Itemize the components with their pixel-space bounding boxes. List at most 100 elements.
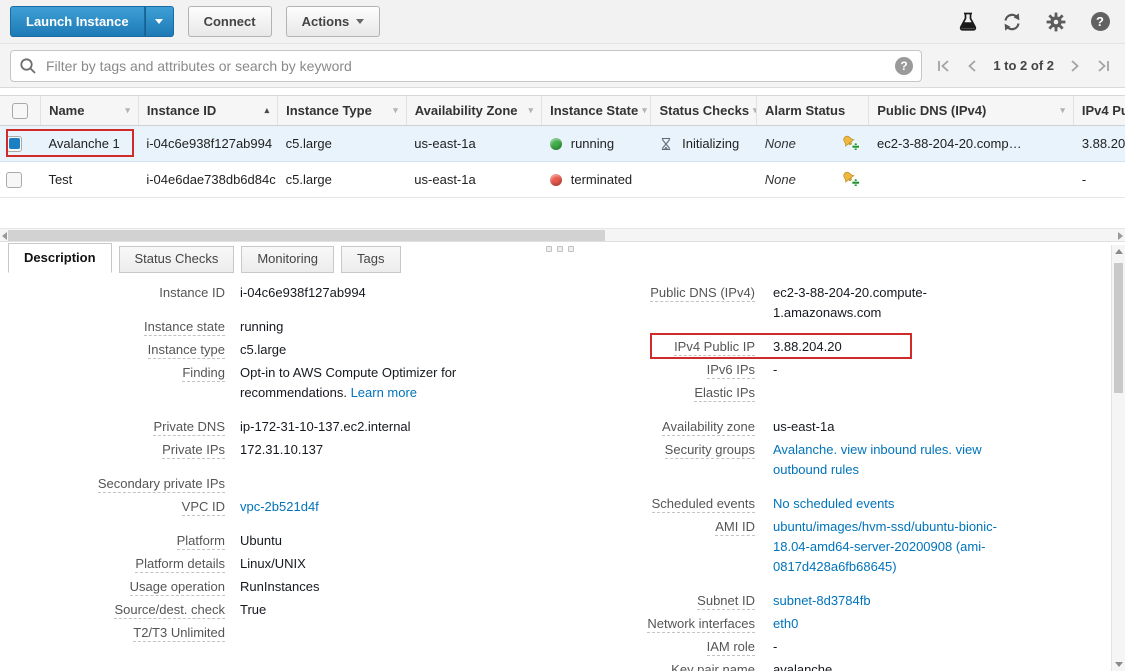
field-value-text: us-east-1a — [773, 419, 834, 434]
table-row[interactable]: Avalanche 1i-04c6e938f127ab994c5.largeus… — [0, 126, 1125, 162]
last-page-button[interactable] — [1096, 59, 1111, 73]
cell-instance-id: i-04c6e938f127ab994 — [138, 126, 277, 161]
search-help-icon[interactable]: ? — [895, 57, 913, 75]
panel-resize-handle[interactable] — [546, 246, 574, 252]
field-value-text: - — [773, 362, 777, 377]
column-header-availability-zone[interactable]: Availability Zone▾ — [407, 96, 542, 125]
field-value-link[interactable]: ubuntu/images/hvm-ssd/ubuntu-bionic-18.0… — [773, 519, 997, 574]
row-checkbox[interactable] — [6, 172, 22, 188]
sort-arrow-icon: ▾ — [529, 105, 534, 116]
field-label-text: Security groups — [665, 442, 755, 459]
column-header-ipv4-public-ip[interactable]: IPv4 Public IP — [1074, 96, 1125, 125]
field-group: Instance IDi-04c6e938f127ab994 — [8, 283, 548, 303]
column-header-instance-state[interactable]: Instance State▾ — [542, 96, 651, 125]
field-label: AMI ID — [560, 517, 755, 577]
column-header-instance-type[interactable]: Instance Type▾ — [278, 96, 407, 125]
column-header-status-checks[interactable]: Status Checks▾ — [651, 96, 757, 125]
bell-add-icon[interactable] — [842, 170, 861, 190]
launch-instance-label: Launch Instance — [26, 14, 129, 29]
field-label-text: VPC ID — [182, 499, 225, 516]
field-value: us-east-1a — [773, 417, 1018, 437]
field-value: 3.88.204.20 — [773, 337, 1018, 357]
cell-alarm-status: None — [757, 126, 869, 161]
description-row: Network interfaces eth0 — [560, 614, 1105, 634]
search-input[interactable] — [44, 57, 895, 75]
select-all-checkbox[interactable] — [12, 103, 28, 119]
field-value-link[interactable]: Avalanche. view inbound rules. view outb… — [773, 442, 982, 477]
field-label-text: Public DNS (IPv4) — [650, 285, 755, 302]
scroll-up-arrow-icon[interactable] — [1115, 249, 1123, 254]
cell-status-checks: Initializing — [651, 126, 757, 161]
description-row: Instance type c5.large — [8, 340, 548, 360]
field-value-link[interactable]: vpc-2b521d4f — [240, 499, 319, 514]
field-value-link[interactable]: subnet-8d3784fb — [773, 593, 871, 608]
field-label-text: Subnet ID — [697, 593, 755, 610]
cell-public-dns: ec2-3-88-204-20.comp… — [869, 126, 1074, 161]
table-row[interactable]: Testi-04e6dae738db6d84cc5.largeus-east-1… — [0, 162, 1125, 198]
vertical-scrollbar-thumb[interactable] — [1114, 263, 1123, 393]
launch-instance-dropdown-button[interactable] — [145, 6, 174, 37]
field-label: IPv4 Public IP — [560, 337, 755, 357]
scroll-left-arrow-icon[interactable] — [2, 232, 7, 240]
previous-page-button[interactable] — [966, 59, 978, 73]
field-label: Public DNS (IPv4) — [560, 283, 755, 323]
description-row: Public DNS (IPv4) ec2-3-88-204-20.compute… — [560, 283, 1105, 323]
field-group: PlatformUbuntuPlatform detailsLinux/UNIX… — [8, 531, 548, 643]
field-label-text: Instance type — [148, 342, 225, 359]
description-row: Subnet ID subnet-8d3784fb — [560, 591, 1105, 611]
description-row: Usage operationRunInstances — [8, 577, 548, 597]
row-checkbox[interactable] — [6, 136, 22, 152]
tab-tags[interactable]: Tags — [341, 246, 400, 273]
launch-instance-button[interactable]: Launch Instance — [10, 6, 145, 37]
first-page-button[interactable] — [936, 59, 951, 73]
next-page-button[interactable] — [1069, 59, 1081, 73]
help-icon[interactable]: ? — [1089, 11, 1111, 33]
field-label-text: Key pair name — [671, 662, 755, 671]
tab-status-checks[interactable]: Status Checks — [119, 246, 235, 273]
gear-icon[interactable] — [1045, 11, 1067, 33]
horizontal-scrollbar[interactable] — [0, 228, 1125, 242]
field-value-link[interactable]: eth0 — [773, 616, 798, 631]
tab-monitoring[interactable]: Monitoring — [241, 246, 334, 273]
actions-dropdown-button[interactable]: Actions — [286, 6, 381, 37]
refresh-icon[interactable] — [1001, 11, 1023, 33]
field-value-text: 172.31.10.137 — [240, 442, 323, 457]
field-value-link[interactable]: No scheduled events — [773, 496, 894, 511]
search-box[interactable]: ? — [10, 50, 922, 82]
column-header-public-dns-ipv4[interactable]: Public DNS (IPv4)▾ — [869, 96, 1074, 125]
column-header-label: Instance ID — [147, 103, 216, 118]
column-header-name[interactable]: Name▾ — [41, 96, 139, 125]
field-label-text: Scheduled events — [652, 496, 755, 513]
field-label: IPv6 IPs — [560, 360, 755, 380]
horizontal-scrollbar-thumb[interactable] — [8, 230, 605, 241]
field-value: ec2-3-88-204-20.compute-1.amazonaws.com — [773, 283, 1018, 323]
bell-add-icon[interactable] — [842, 134, 861, 154]
status-check-label: Initializing — [682, 136, 739, 151]
description-row: Secondary private IPs — [8, 474, 548, 494]
field-label-text: Network interfaces — [647, 616, 755, 633]
scroll-right-arrow-icon[interactable] — [1118, 232, 1123, 240]
field-label: Secondary private IPs — [8, 474, 225, 494]
field-value-text: i-04c6e938f127ab994 — [240, 285, 366, 300]
field-value: No scheduled events — [773, 494, 1018, 514]
chevron-down-icon — [356, 19, 364, 24]
field-value-text: c5.large — [240, 342, 286, 357]
field-value — [240, 474, 485, 494]
tab-description[interactable]: Description — [8, 243, 112, 273]
connect-label: Connect — [204, 14, 256, 29]
field-value-link[interactable]: Learn more — [351, 385, 417, 400]
cell-name: Avalanche 1 — [40, 126, 138, 161]
field-group: IPv4 Public IP3.88.204.20IPv6 IPs-Elasti… — [560, 337, 1105, 403]
column-header-label: Name — [49, 103, 84, 118]
column-header-alarm-status[interactable]: Alarm Status — [757, 96, 869, 125]
field-label: T2/T3 Unlimited — [8, 623, 225, 643]
field-label-text: Source/dest. check — [114, 602, 225, 619]
connect-button[interactable]: Connect — [188, 6, 272, 37]
vertical-scrollbar[interactable] — [1111, 245, 1125, 671]
scroll-down-arrow-icon[interactable] — [1115, 662, 1123, 667]
field-value-text: avalanche — [773, 662, 832, 671]
column-header-instance-id[interactable]: Instance ID▴ — [139, 96, 278, 125]
field-label: Scheduled events — [560, 494, 755, 514]
column-header-checkbox[interactable] — [0, 96, 41, 125]
beaker-icon[interactable] — [957, 11, 979, 33]
